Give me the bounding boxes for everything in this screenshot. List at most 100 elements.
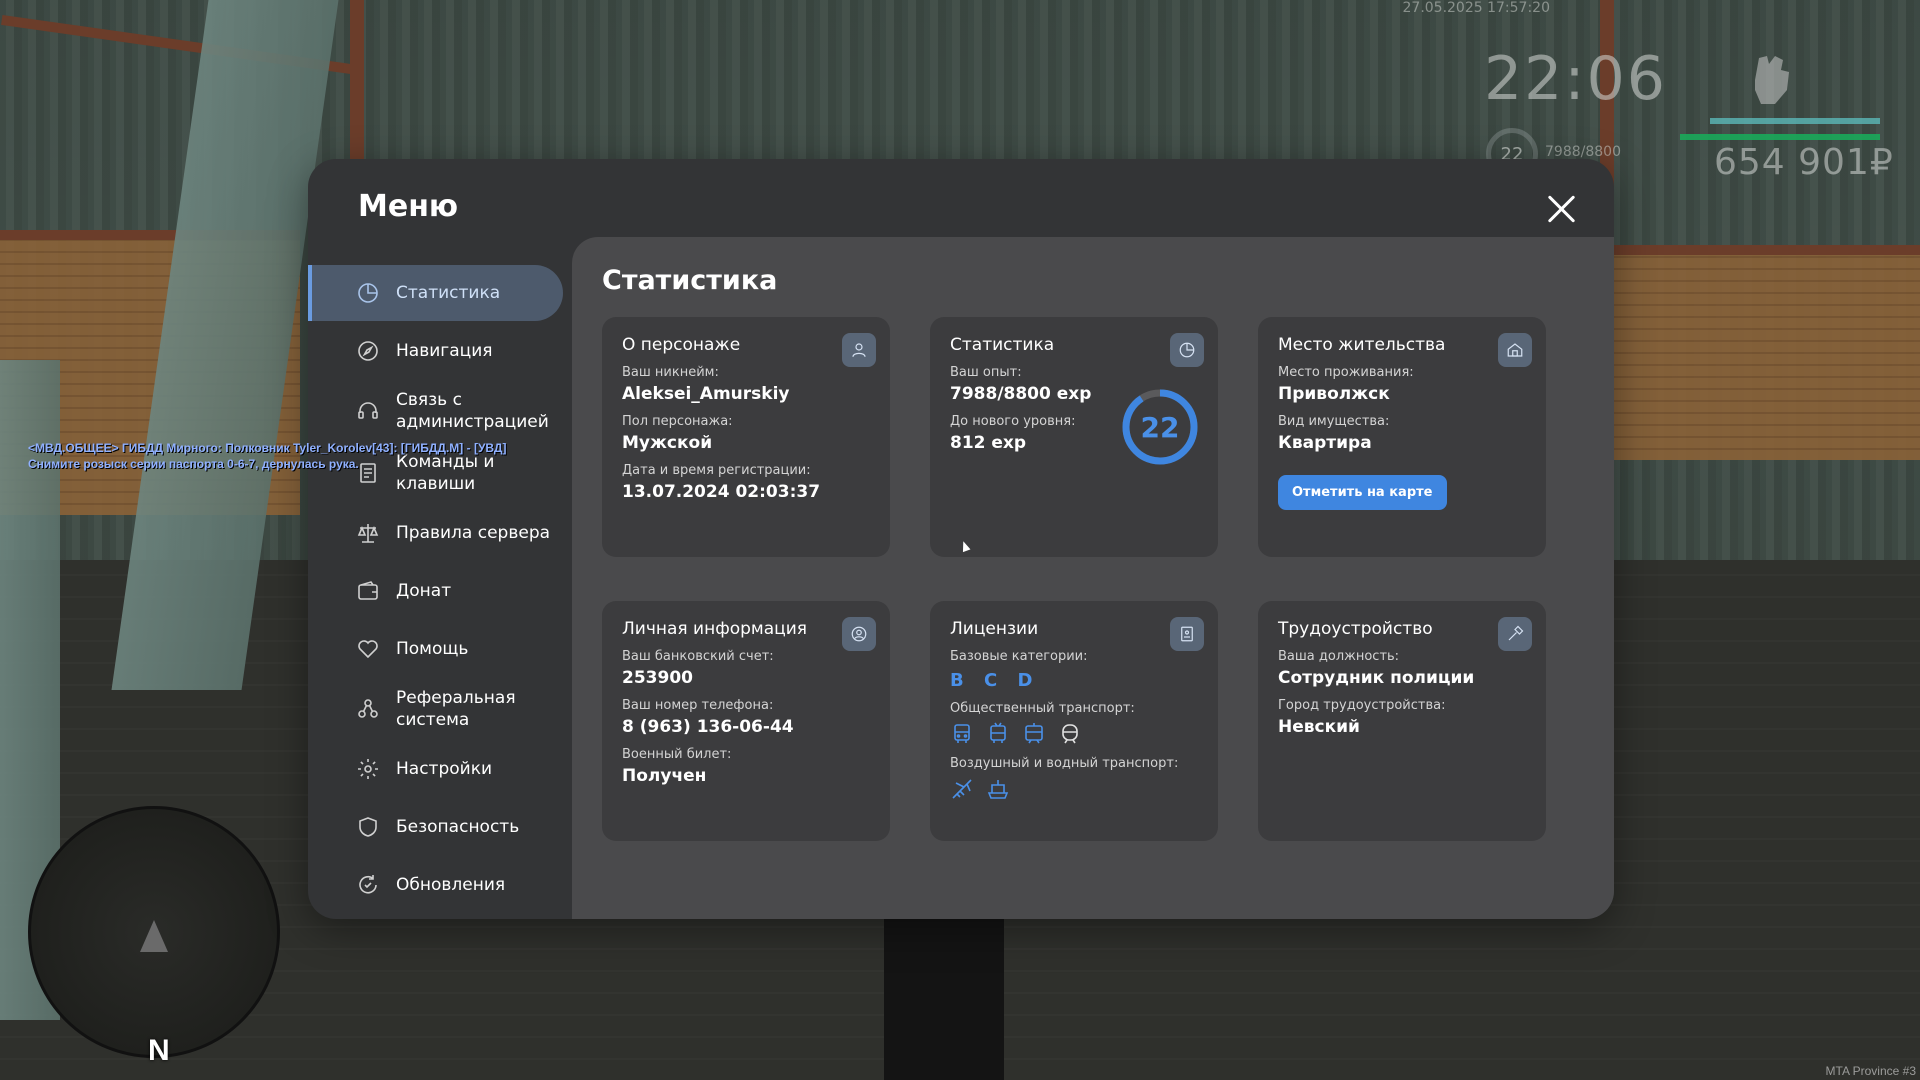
refresh-icon [356, 873, 380, 897]
work-city-value: Невский [1278, 717, 1360, 737]
phone-value: 8 (963) 136-06-44 [622, 717, 794, 737]
sidebar-item-label: Донат [396, 581, 452, 601]
residence-value: Приволжск [1278, 384, 1390, 404]
phone-label: Ваш номер телефона: [622, 698, 774, 713]
hud-exp: 7988/8800 [1545, 144, 1621, 160]
server-name: MTA Province #3 [1825, 1064, 1916, 1078]
boat-icon [986, 777, 1010, 801]
license-category: C [984, 670, 1000, 691]
card-title: Личная информация [622, 619, 808, 639]
gear-icon [356, 757, 380, 781]
sidebar-item-donate[interactable]: Донат [308, 563, 563, 619]
sidebar-item-label: Связь с администрацией [396, 390, 549, 432]
sidebar-item-label: Обновления [396, 875, 506, 895]
position-value: Сотрудник полиции [1278, 668, 1475, 688]
card-residence: Место жительства Место проживания: Приво… [1258, 317, 1546, 557]
card-statistics: Статистика Ваш опыт: 7988/8800 exp До но… [930, 317, 1218, 557]
license-doc-icon [1170, 617, 1204, 651]
compass-icon [356, 339, 380, 363]
position-label: Ваша должность: [1278, 649, 1400, 664]
sidebar-item-navigation[interactable]: Навигация [308, 323, 563, 379]
sidebar-item-label: Правила сервера [396, 523, 551, 543]
hud-money: 654 901₽ [1714, 142, 1894, 183]
work-city-label: Город трудоустройства: [1278, 698, 1446, 713]
armor-bar [1710, 118, 1880, 124]
close-icon[interactable] [1546, 194, 1576, 224]
player-arrow-icon [140, 920, 168, 952]
military-value: Получен [622, 766, 707, 786]
gender-value: Мужской [622, 433, 713, 453]
network-icon [356, 697, 380, 721]
content-panel: Статистика О персонаже Ваш никнейм: Alek… [572, 237, 1614, 919]
chat-box: <МВД.ОБЩЕЕ> ГИБДД Мирного: Полковник Tyl… [28, 440, 506, 472]
level-progress-ring: 22 [1120, 387, 1200, 467]
gender-label: Пол персонажа: [622, 414, 733, 429]
shield-icon [356, 815, 380, 839]
sidebar-item-security[interactable]: Безопасность [308, 799, 563, 855]
card-title: Трудоустройство [1278, 619, 1433, 639]
card-character: О персонаже Ваш никнейм: Aleksei_Amurski… [602, 317, 890, 557]
hud-clock: 22:06 [1484, 44, 1667, 114]
card-licenses: Лицензии Базовые категории: B C D Общест… [930, 601, 1218, 841]
home-icon [1498, 333, 1532, 367]
brick-wall-right [1610, 250, 1920, 460]
compass-north: N [148, 1034, 170, 1067]
user-circle-icon [842, 617, 876, 651]
license-category: D [1017, 670, 1035, 691]
sidebar-item-help[interactable]: Помощь [308, 621, 563, 677]
card-title: Статистика [950, 335, 1055, 355]
sidebar-item-statistics[interactable]: Статистика [308, 265, 563, 321]
sidebar-item-referral[interactable]: Реферальная система [308, 679, 563, 739]
menu-title: Меню [358, 189, 459, 224]
nickname-value: Aleksei_Amurskiy [622, 384, 790, 404]
scales-icon [356, 521, 380, 545]
hammer-icon [1498, 617, 1532, 651]
sidebar-item-label: Помощь [396, 639, 469, 659]
health-bar [1680, 134, 1880, 140]
sidebar-item-label: Навигация [396, 341, 493, 361]
license-category: B [950, 670, 966, 691]
pie-chart-icon [1170, 333, 1204, 367]
heart-hand-icon [356, 637, 380, 661]
sidebar-item-label: Статистика [396, 283, 501, 303]
air-water-transport-label: Воздушный и водный транспорт: [950, 756, 1179, 771]
card-title: Место жительства [1278, 335, 1446, 355]
sidebar-item-rules[interactable]: Правила сервера [308, 505, 563, 561]
menu-window: Меню Статистика Навигация Связь с админи… [308, 159, 1614, 919]
card-employment: Трудоустройство Ваша должность: Сотрудни… [1258, 601, 1546, 841]
residence-label: Место проживания: [1278, 365, 1414, 380]
public-transport-icons [950, 722, 1198, 746]
sidebar-item-label: Реферальная система [396, 688, 516, 730]
headset-icon [356, 399, 380, 423]
bank-value: 253900 [622, 668, 693, 688]
chat-line: <МВД.ОБЩЕЕ> ГИБДД Мирного: Полковник Tyl… [28, 441, 507, 455]
military-label: Военный билет: [622, 747, 732, 762]
wallet-icon [356, 579, 380, 603]
tram-icon [1022, 722, 1046, 746]
air-water-transport-icons [950, 777, 1198, 801]
pie-chart-icon [356, 281, 380, 305]
trolleybus-icon [986, 722, 1010, 746]
hud-datetime: 27.05.2025 17:57:20 [1402, 0, 1551, 16]
metro-icon [1058, 722, 1082, 746]
card-title: О персонаже [622, 335, 741, 355]
sidebar-item-label: Настройки [396, 759, 493, 779]
sidebar-item-label: Безопасность [396, 817, 520, 837]
base-categories-label: Базовые категории: [950, 649, 1088, 664]
sidebar-item-admin-contact[interactable]: Связь с администрацией [308, 381, 563, 441]
airplane-icon [950, 777, 974, 801]
sidebar: Статистика Навигация Связь с администрац… [308, 265, 563, 915]
card-personal-info: Личная информация Ваш банковский счет: 2… [602, 601, 890, 841]
player-character [884, 915, 1004, 1080]
license-categories: B C D [950, 670, 1198, 691]
chat-line: Снимите розыск серии паспорта 0-6-7, дер… [28, 457, 359, 471]
bus-icon [950, 722, 974, 746]
card-title: Лицензии [950, 619, 1039, 639]
page-title: Статистика [602, 265, 778, 296]
mark-on-map-button[interactable]: Отметить на карте [1278, 475, 1447, 510]
bank-label: Ваш банковский счет: [622, 649, 774, 664]
property-type-value: Квартира [1278, 433, 1372, 453]
sidebar-item-settings[interactable]: Настройки [308, 741, 563, 797]
nickname-label: Ваш никнейм: [622, 365, 719, 380]
sidebar-item-updates[interactable]: Обновления [308, 857, 563, 913]
